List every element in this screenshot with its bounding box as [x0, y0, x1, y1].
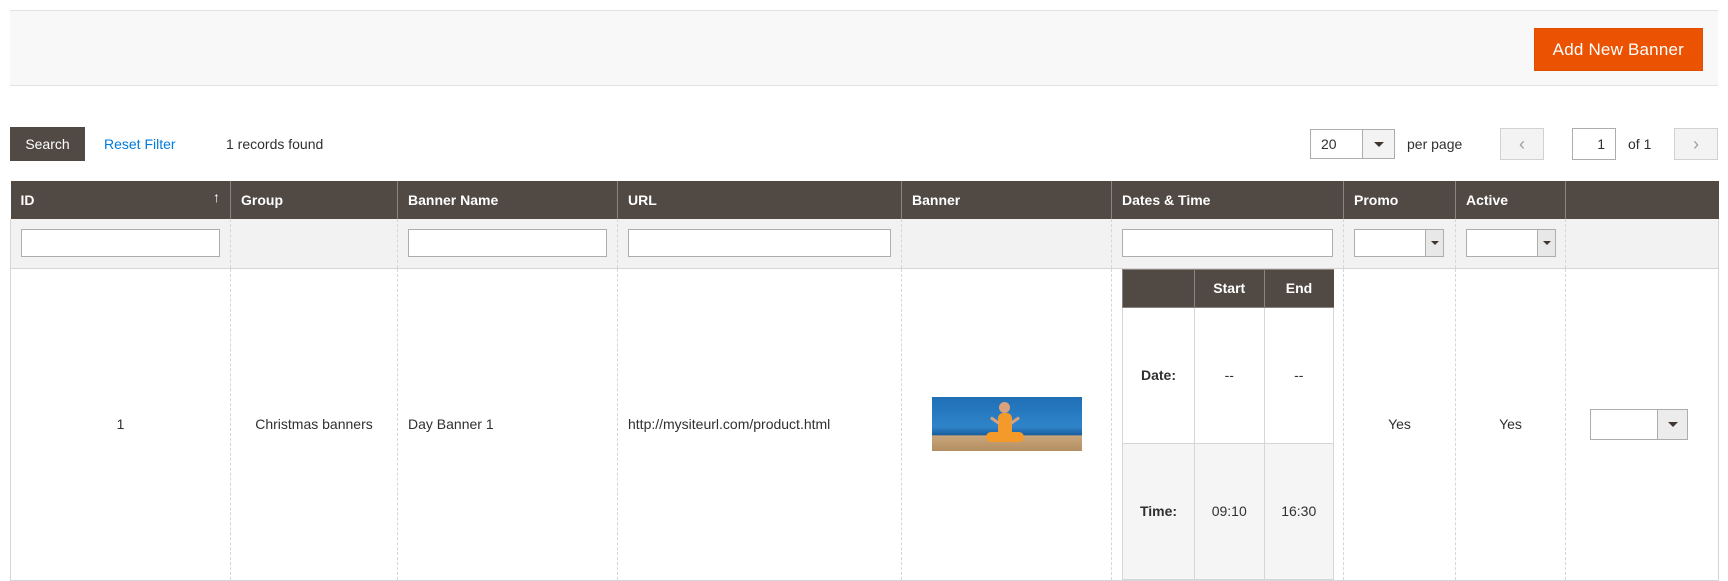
table-row[interactable]: 1 Christmas banners Day Banner 1 http://… [10, 268, 1719, 581]
sort-ascending-icon: ↑ [213, 189, 220, 205]
dates-corner-header [1122, 268, 1195, 308]
date-end: -- [1263, 306, 1334, 444]
date-start: -- [1194, 306, 1265, 444]
chevron-down-icon[interactable] [1537, 230, 1555, 257]
time-label: Time: [1122, 442, 1195, 580]
banner-thumbnail-image [931, 397, 1082, 451]
cell-group: Christmas banners [230, 268, 398, 581]
reset-filter-link[interactable]: Reset Filter [104, 136, 176, 152]
chevron-right-icon: › [1693, 133, 1699, 154]
cell-id: 1 [10, 268, 231, 581]
row-action-select[interactable] [1590, 408, 1688, 440]
column-header-banner-name[interactable]: Banner Name [397, 181, 618, 219]
per-page-value: 20 [1321, 136, 1337, 152]
next-page-button[interactable]: › [1674, 128, 1718, 160]
records-count: 1 records found [226, 136, 324, 152]
banner-grid: ID ↑ Group Banner Name URL Banner Dates &… [10, 181, 1719, 581]
time-end: 16:30 [1263, 442, 1334, 580]
cell-url: http://mysiteurl.com/product.html [617, 268, 902, 581]
cell-actions [1565, 268, 1719, 581]
search-button[interactable]: Search [10, 127, 85, 161]
filter-row [10, 219, 1719, 269]
column-header-banner[interactable]: Banner [901, 181, 1112, 219]
per-page-select[interactable]: 20 [1310, 129, 1395, 159]
dates-start-header: Start [1194, 268, 1265, 308]
cell-banner-name: Day Banner 1 [397, 268, 618, 581]
dates-time-table: Start End Date: -- -- Time: 09:10 16:30 [1122, 268, 1334, 580]
id-filter-input[interactable] [21, 229, 220, 258]
cell-dates-time: Start End Date: -- -- Time: 09:10 16:30 [1111, 268, 1344, 581]
cell-promo: Yes [1343, 268, 1456, 581]
column-header-url[interactable]: URL [617, 181, 902, 219]
column-header-dates-time[interactable]: Dates & Time [1111, 181, 1344, 219]
chevron-down-icon[interactable] [1425, 230, 1443, 257]
cell-banner [901, 268, 1112, 581]
page-number-input[interactable]: 1 [1572, 128, 1616, 160]
column-header-promo[interactable]: Promo [1343, 181, 1456, 219]
column-header-actions [1565, 181, 1719, 219]
column-header-id[interactable]: ID ↑ [10, 181, 231, 219]
add-new-banner-button[interactable]: Add New Banner [1533, 28, 1703, 71]
per-page-label: per page [1407, 136, 1463, 152]
banner-name-filter-input[interactable] [408, 229, 607, 258]
active-filter-select[interactable] [1466, 229, 1556, 258]
column-header-group[interactable]: Group [230, 181, 398, 219]
date-label: Date: [1122, 306, 1195, 444]
time-start: 09:10 [1194, 442, 1265, 580]
dates-end-header: End [1263, 268, 1334, 308]
chevron-down-icon[interactable] [1362, 130, 1394, 158]
grid-toolbar: Search Reset Filter 1 records found 20 p… [10, 127, 1718, 161]
page-actions-bar: Add New Banner [10, 10, 1718, 86]
dates-filter-input[interactable] [1122, 229, 1333, 258]
cell-active: Yes [1455, 268, 1566, 581]
url-filter-input[interactable] [628, 229, 891, 258]
page-total: of 1 [1628, 136, 1652, 152]
previous-page-button[interactable]: ‹ [1500, 128, 1544, 160]
chevron-left-icon: ‹ [1519, 133, 1525, 154]
promo-filter-select[interactable] [1354, 229, 1444, 258]
chevron-down-icon[interactable] [1657, 409, 1687, 439]
column-header-active[interactable]: Active [1455, 181, 1566, 219]
